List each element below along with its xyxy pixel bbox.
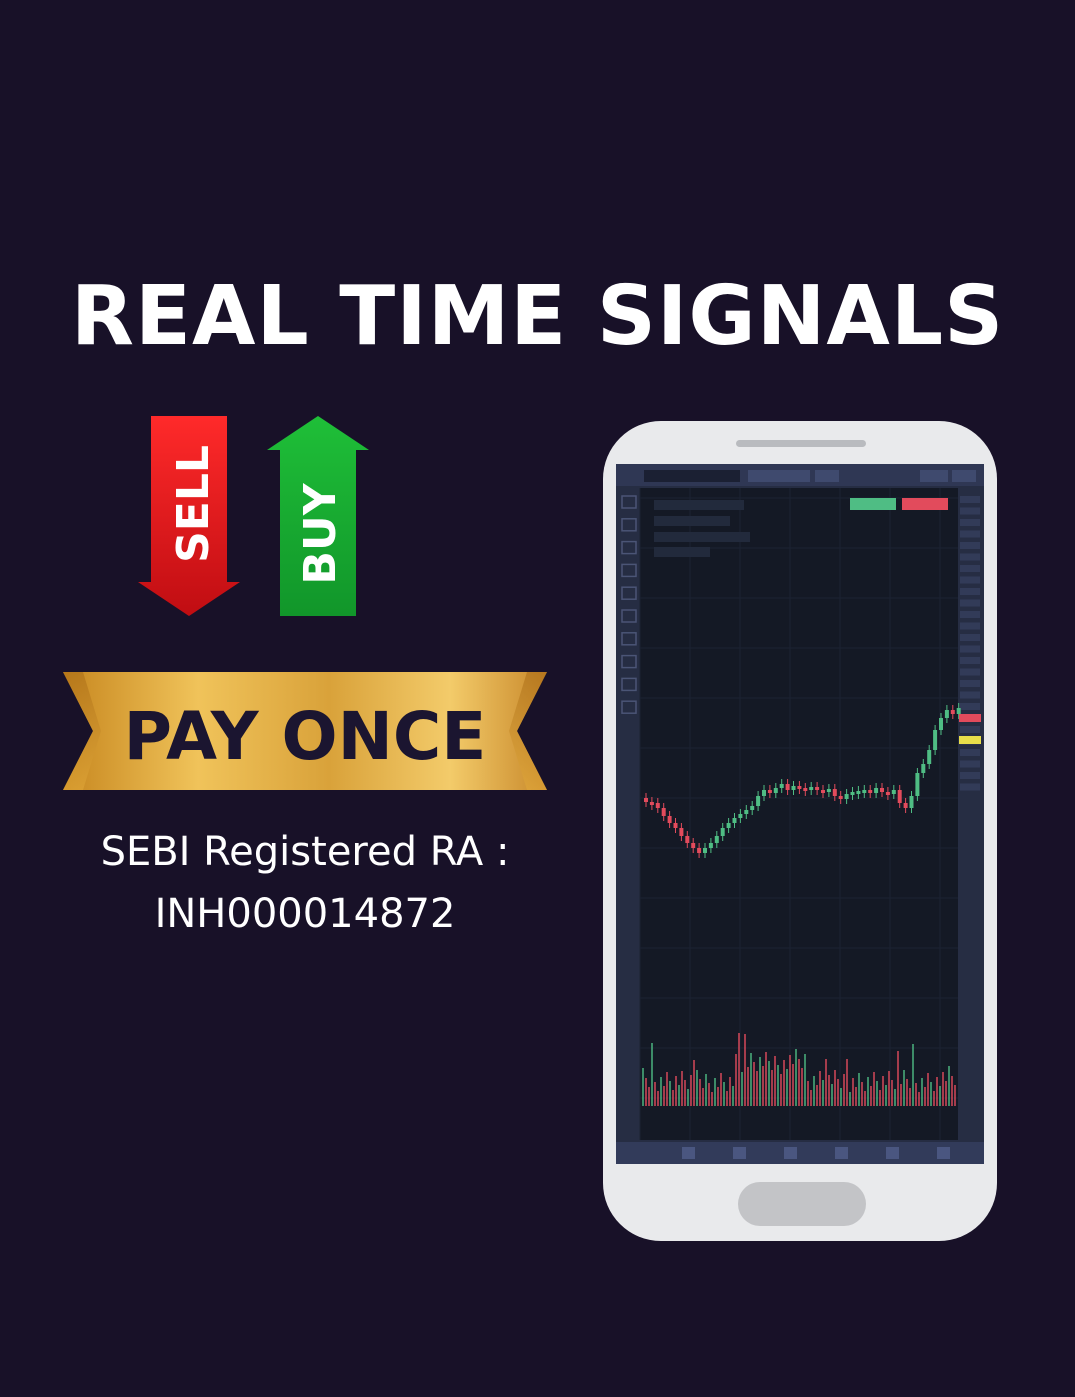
registration-line-1: SEBI Registered RA : xyxy=(100,829,510,875)
registration-number: INH000014872 xyxy=(154,891,456,937)
buy-label: BUY xyxy=(295,482,346,584)
buy-arrow-icon: BUY xyxy=(267,416,369,616)
phone-icon xyxy=(600,418,1000,1244)
sell-label: SELL xyxy=(168,445,219,563)
pay-once-label: PAY ONCE xyxy=(124,698,487,775)
sell-arrow-icon: SELL xyxy=(138,416,240,616)
pay-once-banner: PAY ONCE xyxy=(55,668,555,794)
headline: REAL TIME SIGNALS xyxy=(70,269,1005,364)
signal-arrows: SELL BUY xyxy=(130,410,380,630)
